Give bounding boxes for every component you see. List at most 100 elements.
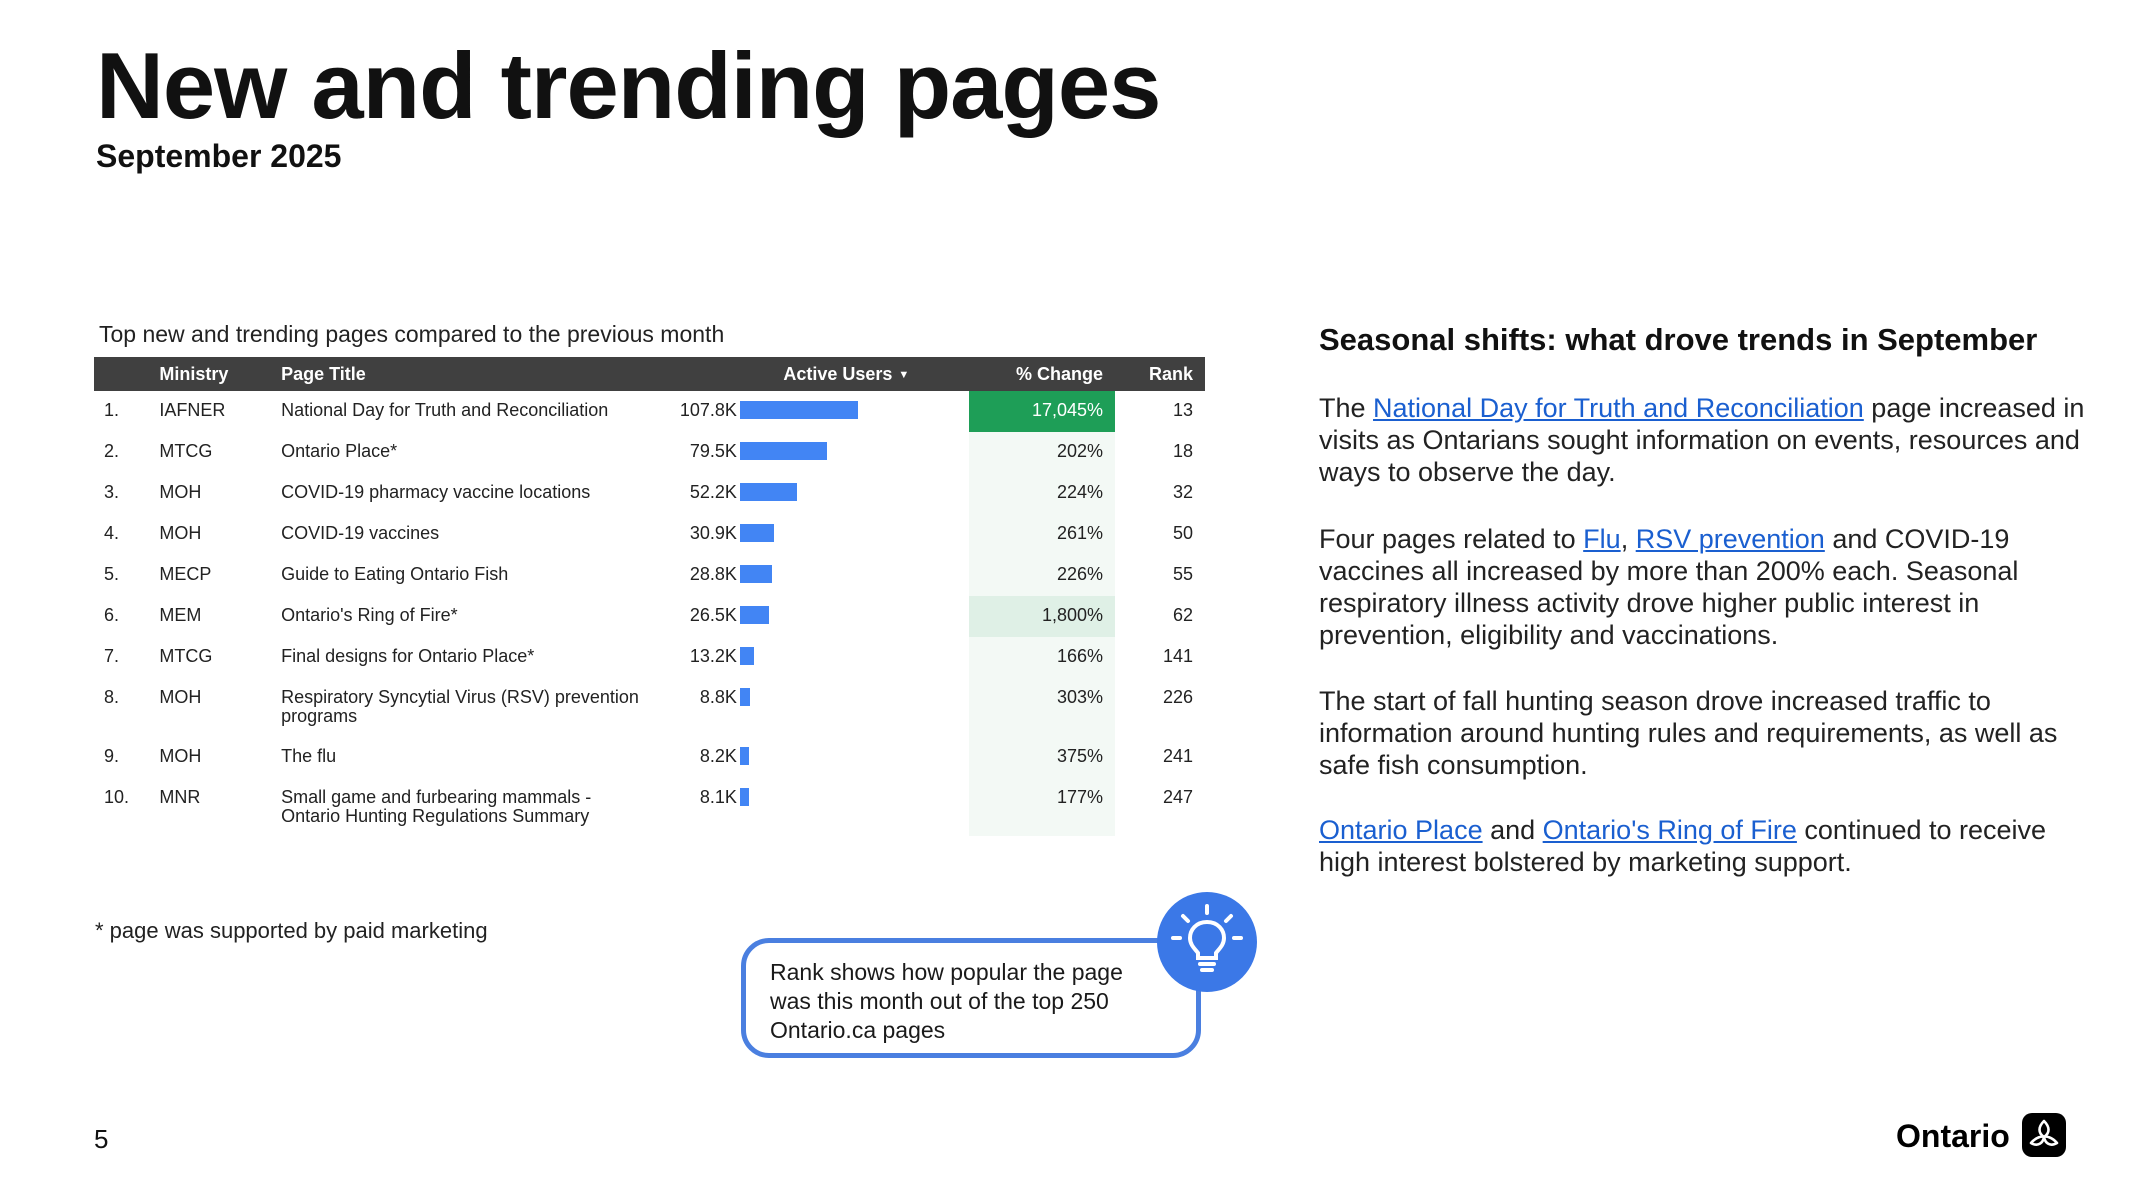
row-change: 1,800%	[969, 596, 1115, 637]
row-rank: 226	[1162, 687, 1193, 707]
column-header-index	[94, 357, 150, 391]
table-row: 1. IAFNER National Day for Truth and Recon…	[94, 391, 1205, 432]
table-row: 9. MOH The flu 8.2K 375% 241	[94, 737, 1205, 778]
row-index: 5.	[104, 564, 120, 584]
row-ministry: MECP	[159, 564, 212, 584]
active-users-cell: 8.8K	[667, 688, 959, 707]
table-row: 6. MEM Ontario's Ring of Fire* 26.5K 1,800% 6…	[94, 596, 1205, 637]
row-page-title: Small game and furbearing mammals - Onta…	[281, 787, 592, 826]
active-users-bar	[739, 747, 749, 765]
trillium-logo-icon	[2022, 1113, 2066, 1157]
active-users-cell: 8.2K	[667, 747, 959, 766]
row-ministry: MTCG	[159, 441, 213, 461]
column-header-ministry[interactable]: Ministry	[149, 357, 272, 391]
paragraph-text: The	[1319, 393, 1374, 423]
active-users-bar	[739, 442, 827, 460]
active-users-cell: 107.8K	[667, 401, 959, 420]
active-users-value: 52.2K	[689, 482, 737, 502]
link-rsv-prevention[interactable]: RSV prevention	[1636, 524, 1825, 554]
row-index: 4.	[104, 523, 120, 543]
row-change: 177%	[969, 778, 1115, 836]
insight-paragraph-hunting: The start of fall hunting season drove i…	[1319, 686, 2058, 780]
row-index: 3.	[104, 482, 120, 502]
row-rank: 50	[1172, 523, 1193, 543]
page-number: 5	[94, 1124, 109, 1154]
active-users-value: 28.8K	[689, 564, 737, 584]
active-users-value: 13.2K	[689, 646, 737, 666]
insight-paragraph-truth-reconciliation: The National Day for Truth and Reconcili…	[1319, 392, 2099, 488]
active-users-value: 8.8K	[699, 687, 737, 707]
row-ministry: IAFNER	[159, 400, 226, 420]
table-row: 5. MECP Guide to Eating Ontario Fish 28.8K 2…	[94, 555, 1205, 596]
column-header-change[interactable]: % Change	[969, 357, 1115, 391]
page-title: New and trending pages	[96, 33, 1161, 138]
row-page-title: Respiratory Syncytial Virus (RSV) preven…	[281, 687, 639, 726]
row-change: 17,045%	[969, 391, 1115, 432]
row-active-users: 52.2K	[657, 473, 969, 514]
link-flu[interactable]: Flu	[1583, 524, 1621, 554]
active-users-value: 8.2K	[699, 746, 737, 766]
row-rank: 55	[1172, 564, 1193, 584]
table-caption: Top new and trending pages compared to t…	[99, 321, 725, 347]
row-active-users: 8.1K	[657, 778, 969, 836]
footnote: * page was supported by paid marketing	[95, 918, 488, 943]
row-index: 6.	[104, 605, 120, 625]
row-active-users: 28.8K	[657, 555, 969, 596]
row-index: 8.	[104, 687, 120, 707]
row-active-users: 30.9K	[657, 514, 969, 555]
row-page-title: Ontario's Ring of Fire*	[281, 605, 458, 625]
row-rank: 241	[1162, 746, 1193, 766]
table-row: 10. MNR Small game and furbearing mammals …	[94, 778, 1205, 836]
active-users-value: 107.8K	[679, 400, 737, 420]
row-change: 375%	[969, 737, 1115, 778]
active-users-bar	[739, 606, 769, 624]
table-row: 7. MTCG Final designs for Ontario Place* 13…	[94, 637, 1205, 678]
table-row: 4. MOH COVID-19 vaccines 30.9K 261% 50	[94, 514, 1205, 555]
active-users-cell: 79.5K	[667, 442, 959, 461]
active-users-bar	[739, 401, 858, 419]
link-ontario-place[interactable]: Ontario Place	[1319, 815, 1483, 845]
row-page-title: COVID-19 vaccines	[281, 523, 440, 543]
link-ontario-ring-of-fire[interactable]: Ontario's Ring of Fire	[1543, 815, 1797, 845]
row-index: 9.	[104, 746, 120, 766]
ontario-wordmark: Ontario	[1896, 1118, 2010, 1154]
row-rank: 62	[1172, 605, 1193, 625]
rank-callout: Rank shows how popular the page was this…	[741, 938, 1201, 1058]
active-users-value: 8.1K	[699, 787, 737, 807]
active-users-cell: 52.2K	[667, 483, 959, 502]
lightbulb-icon	[1157, 892, 1257, 992]
row-change: 202%	[969, 432, 1115, 473]
column-header-rank[interactable]: Rank	[1115, 357, 1205, 391]
row-ministry: MOH	[159, 746, 202, 766]
link-national-day-truth-reconciliation[interactable]: National Day for Truth and Reconciliatio…	[1373, 393, 1864, 423]
active-users-value: 79.5K	[689, 441, 737, 461]
row-change: 226%	[969, 555, 1115, 596]
active-users-cell: 13.2K	[667, 647, 959, 666]
active-users-cell: 28.8K	[667, 565, 959, 584]
callout-text: Rank shows how popular the page was this…	[770, 959, 1123, 1043]
column-header-page-title[interactable]: Page Title	[271, 357, 657, 391]
active-users-bar	[739, 788, 749, 806]
row-index: 1.	[104, 400, 120, 420]
active-users-cell: 8.1K	[667, 788, 959, 807]
row-ministry: MTCG	[159, 646, 213, 666]
active-users-cell: 26.5K	[667, 606, 959, 625]
active-users-bar	[739, 647, 754, 665]
row-rank: 247	[1162, 787, 1193, 807]
row-ministry: MOH	[159, 523, 202, 543]
active-users-bar	[739, 565, 772, 583]
row-active-users: 13.2K	[657, 637, 969, 678]
table-row: 3. MOH COVID-19 pharmacy vaccine locations…	[94, 473, 1205, 514]
active-users-value: 26.5K	[689, 605, 737, 625]
column-header-active-users[interactable]: Active Users ▼	[656, 357, 970, 391]
table-row: 2. MTCG Ontario Place* 79.5K 202% 18	[94, 432, 1205, 473]
row-active-users: 8.2K	[657, 737, 969, 778]
insight-paragraph-marketing: Ontario Place and Ontario's Ring of Fire…	[1319, 814, 2099, 878]
row-active-users: 26.5K	[657, 596, 969, 637]
insights-title: Seasonal shifts: what drove trends in Se…	[1319, 322, 2038, 357]
sort-descending-icon[interactable]: ▼	[898, 369, 909, 381]
page-subtitle: September 2025	[96, 138, 342, 174]
row-change: 166%	[969, 637, 1115, 678]
row-ministry: MOH	[159, 482, 202, 502]
table-header-row: Ministry Page Title Active Users ▼ % Chan…	[94, 357, 1205, 391]
